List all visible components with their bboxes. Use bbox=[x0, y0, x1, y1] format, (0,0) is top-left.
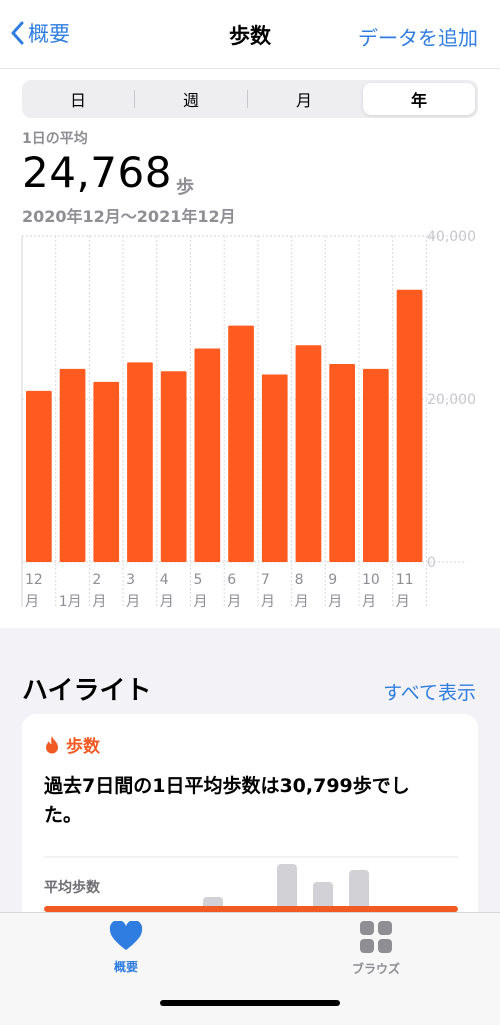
tab-summary-label: 概要 bbox=[113, 960, 138, 974]
steps-bar-chart[interactable]: 40,000 20,000 0 12 月 1月 2 月 3 月 4 月 5 月 6 月 7 月 8 月 9 月 10 月 11 月 bbox=[0, 226, 500, 614]
average-unit: 歩 bbox=[176, 177, 194, 198]
average-label: 1日の平均 bbox=[22, 131, 88, 147]
x-tick-label: 月 bbox=[160, 594, 174, 610]
bar bbox=[228, 325, 254, 562]
x-tick-label: 月 bbox=[328, 594, 342, 610]
x-tick-label: 12 bbox=[25, 572, 43, 588]
heart-icon bbox=[109, 920, 143, 950]
tab-summary[interactable]: 概要 bbox=[66, 920, 186, 975]
bar bbox=[59, 368, 86, 562]
add-data-button[interactable]: データを追加 bbox=[358, 22, 478, 51]
average-value: 24,768 bbox=[22, 148, 172, 197]
period-segmented-control: 日 週 月 年 bbox=[22, 80, 478, 118]
bar bbox=[329, 363, 355, 562]
navigation-bar: 概要 歩数 データを追加 bbox=[0, 0, 500, 69]
x-tick-label: 2 bbox=[92, 572, 101, 588]
card-chart-label: 平均歩数 bbox=[44, 880, 100, 896]
x-tick-label: 月 bbox=[227, 594, 241, 610]
home-indicator bbox=[160, 1000, 340, 1006]
x-tick-label: 月 bbox=[362, 594, 376, 610]
x-tick-label: 月 bbox=[396, 594, 410, 610]
x-tick-label: 月 bbox=[126, 594, 140, 610]
x-tick-label: 月 bbox=[92, 594, 106, 610]
grid-icon bbox=[360, 921, 392, 953]
card-category: 歩数 bbox=[44, 732, 100, 757]
segment-week[interactable]: 週 bbox=[135, 80, 247, 118]
x-tick-label: 5 bbox=[194, 572, 203, 588]
x-tick-label: 3 bbox=[126, 572, 135, 588]
bar bbox=[295, 345, 322, 562]
bar bbox=[26, 390, 52, 562]
tab-browse[interactable]: ブラウズ bbox=[316, 921, 436, 977]
x-tick-label: 6 bbox=[227, 572, 236, 588]
y-tick-label: 0 bbox=[427, 555, 436, 571]
highlights-title: ハイライト bbox=[22, 676, 152, 706]
see-all-link[interactable]: すべて表示 bbox=[383, 678, 476, 705]
card-category-label: 歩数 bbox=[66, 737, 100, 757]
x-tick-label: 7 bbox=[261, 572, 270, 588]
x-tick-label: 9 bbox=[328, 572, 337, 588]
y-tick-label: 40,000 bbox=[427, 229, 476, 245]
x-tick-label: 11 bbox=[396, 572, 414, 588]
steps-panel: 概要 歩数 データを追加 日 週 月 年 1日の平均 24,768 歩 2020… bbox=[0, 0, 500, 628]
bar bbox=[160, 371, 187, 562]
x-tick-label: 月 bbox=[194, 594, 208, 610]
card-text: 過去7日間の1日平均歩数は30,799歩でした。 bbox=[44, 775, 410, 826]
bar bbox=[261, 374, 288, 562]
x-tick-label: 月 bbox=[25, 594, 39, 610]
segment-month[interactable]: 月 bbox=[248, 80, 360, 118]
bar bbox=[396, 289, 423, 562]
bar bbox=[363, 368, 389, 562]
y-tick-label: 20,000 bbox=[427, 392, 476, 408]
x-tick-label: 10 bbox=[362, 572, 380, 588]
date-range: 2020年12月～2021年12月 bbox=[22, 207, 236, 226]
x-tick-label: 月 bbox=[295, 594, 309, 610]
x-tick-label: 8 bbox=[295, 572, 304, 588]
flame-icon bbox=[46, 735, 58, 753]
x-tick-label: 4 bbox=[160, 572, 169, 588]
bar bbox=[194, 348, 221, 562]
tab-bar: 概要 ブラウズ bbox=[0, 912, 500, 1025]
bar bbox=[127, 362, 153, 562]
tab-browse-label: ブラウズ bbox=[351, 962, 400, 976]
segment-day[interactable]: 日 bbox=[22, 80, 134, 118]
segment-year[interactable]: 年 bbox=[363, 83, 475, 115]
x-tick-label: 1月 bbox=[59, 594, 82, 610]
x-tick-label: 月 bbox=[261, 594, 275, 610]
bar bbox=[93, 381, 120, 562]
